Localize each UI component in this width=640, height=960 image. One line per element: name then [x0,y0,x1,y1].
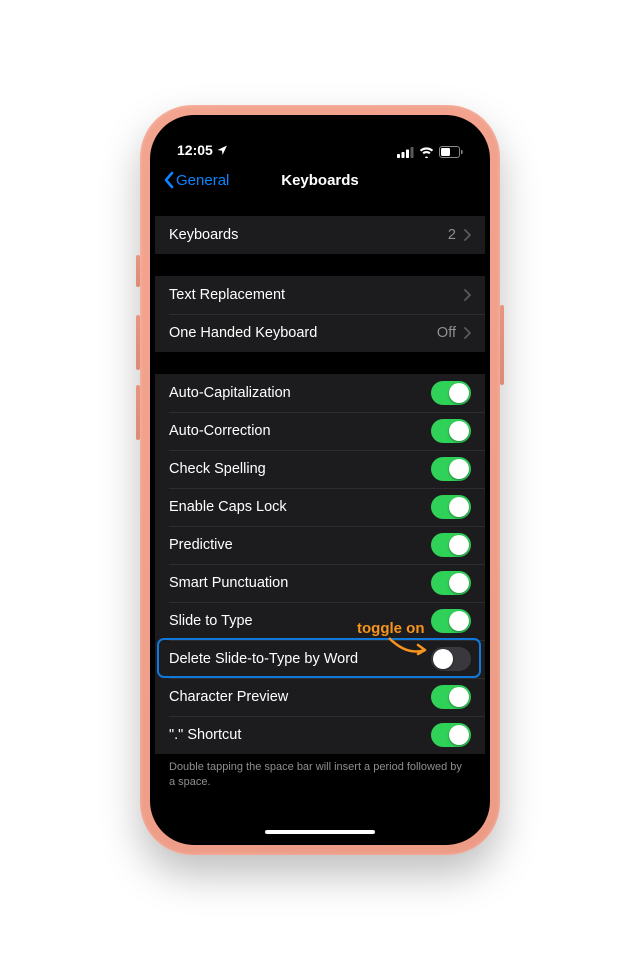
back-button[interactable]: General [163,171,229,189]
row-toggle: Enable Caps Lock [155,488,485,526]
toggle-switch[interactable] [431,533,471,557]
row-label: Enable Caps Lock [169,499,287,515]
group-typing-options: Auto-Capitalization Auto-Correction Check … [155,374,485,754]
row-value: 2 [448,227,456,243]
home-indicator[interactable] [265,830,375,834]
row-toggle: Auto-Correction [155,412,485,450]
toggle-knob [449,459,469,479]
row-label: Keyboards [169,227,238,243]
toggle-switch[interactable] [431,457,471,481]
chevron-right-icon [464,289,471,301]
toggle-switch[interactable] [431,723,471,747]
cellular-signal-icon [397,147,414,158]
chevron-right-icon [464,327,471,339]
screen: 12:05 [155,120,485,840]
row-label: Smart Punctuation [169,575,288,591]
group-keyboards: Keyboards 2 [155,216,485,254]
toggle-switch[interactable] [431,571,471,595]
back-label: General [176,172,229,189]
toggle-switch[interactable] [431,609,471,633]
toggle-switch[interactable] [431,419,471,443]
page-title: Keyboards [281,172,359,189]
row-keyboards[interactable]: Keyboards 2 [155,216,485,254]
row-label: "." Shortcut [169,727,241,743]
row-value: Off [437,325,456,341]
row-label: Predictive [169,537,233,553]
row-label: Text Replacement [169,287,285,303]
row-toggle: Delete Slide-to-Type by Word [155,640,485,678]
settings-content[interactable]: Keyboards 2 Text Replacement [155,200,485,840]
toggle-switch[interactable] [431,647,471,671]
location-arrow-icon [217,145,228,156]
toggle-knob [449,535,469,555]
toggle-knob [449,383,469,403]
group-text-options: Text Replacement One Handed Keyboard Off [155,276,485,352]
status-time: 12:05 [177,142,213,158]
nav-bar: General Keyboards [155,160,485,200]
row-label: Auto-Correction [169,423,271,439]
toggle-switch[interactable] [431,685,471,709]
row-label: Delete Slide-to-Type by Word [169,651,358,667]
row-toggle: Predictive [155,526,485,564]
chevron-right-icon [464,229,471,241]
volume-up-button [136,315,140,370]
row-text-replacement[interactable]: Text Replacement [155,276,485,314]
row-one-handed-keyboard[interactable]: One Handed Keyboard Off [155,314,485,352]
power-button [500,305,504,385]
row-label: Character Preview [169,689,288,705]
wifi-icon [419,147,434,158]
toggle-knob [449,497,469,517]
row-label: One Handed Keyboard [169,325,317,341]
row-toggle: Character Preview [155,678,485,716]
toggle-knob [449,611,469,631]
row-toggle: Auto-Capitalization [155,374,485,412]
toggle-knob [449,573,469,593]
toggle-switch[interactable] [431,495,471,519]
row-toggle: Smart Punctuation [155,564,485,602]
toggle-knob [449,687,469,707]
group-footer: Double tapping the space bar will insert… [155,754,485,790]
notch [245,120,395,144]
toggle-knob [449,421,469,441]
toggle-knob [433,649,453,669]
toggle-knob [449,725,469,745]
row-toggle: Check Spelling [155,450,485,488]
battery-icon [439,146,463,158]
row-label: Check Spelling [169,461,266,477]
row-toggle: "." Shortcut [155,716,485,754]
toggle-switch[interactable] [431,381,471,405]
phone-frame: 12:05 [140,105,500,855]
row-toggle: Slide to Type [155,602,485,640]
row-label: Slide to Type [169,613,253,629]
row-label: Auto-Capitalization [169,385,291,401]
chevron-left-icon [163,171,175,189]
volume-down-button [136,385,140,440]
mute-switch [136,255,140,287]
